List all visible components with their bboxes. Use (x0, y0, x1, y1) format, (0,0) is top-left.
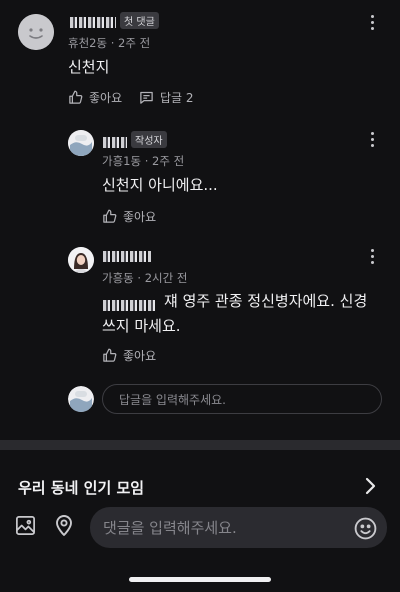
first-comment-badge: 첫 댓글 (120, 12, 159, 29)
emoji-icon[interactable] (353, 516, 378, 541)
location-pin-icon[interactable] (52, 513, 76, 537)
reply-text-line1: 쟤 영주 관종 정신병자에요. 신경 (164, 292, 368, 310)
section-divider (0, 440, 400, 450)
reply-meta: 가흥1동 · 2주 전 (102, 154, 185, 168)
chat-bubble-icon (140, 91, 153, 104)
more-options-icon[interactable] (363, 11, 381, 33)
image-icon[interactable] (14, 514, 37, 537)
author-name[interactable] (103, 133, 127, 152)
avatar[interactable] (68, 247, 94, 273)
popular-groups-link[interactable]: 우리 동네 인기 모임 (0, 470, 400, 504)
like-label: 좋아요 (123, 210, 157, 224)
more-options-icon[interactable] (363, 245, 381, 267)
reply-button[interactable]: 답글 2 (139, 89, 194, 106)
comment-meta: 휴천2동 · 2주 전 (68, 36, 151, 50)
like-label: 좋아요 (89, 91, 123, 105)
avatar[interactable] (68, 130, 94, 156)
section-title: 우리 동네 인기 모임 (18, 479, 145, 497)
more-options-icon[interactable] (363, 128, 381, 150)
reply-text: 신천지 아니에요... (102, 176, 218, 194)
comment-text: 신천지 (68, 58, 110, 76)
comment-input-placeholder: 댓글을 입력해주세요. (103, 519, 237, 537)
like-label: 좋아요 (123, 349, 157, 363)
author-badge: 작성자 (131, 131, 167, 148)
comment-input[interactable]: 댓글을 입력해주세요. (90, 507, 387, 548)
author-name[interactable] (103, 247, 151, 266)
reply-meta: 가흥동 · 2시간 전 (102, 271, 188, 285)
thumbs-up-icon (103, 209, 117, 223)
reply-count-label: 답글 2 (160, 91, 194, 105)
like-button[interactable]: 좋아요 (68, 89, 122, 106)
reply-input[interactable]: 답글을 입력해주세요. (102, 384, 382, 414)
blurred-name-mention (103, 296, 157, 315)
author-name[interactable] (70, 13, 116, 32)
thumbs-up-icon (69, 90, 83, 104)
home-indicator (129, 577, 271, 582)
like-button[interactable]: 좋아요 (102, 208, 156, 225)
thumbs-up-icon (103, 348, 117, 362)
chevron-right-icon (365, 477, 376, 495)
like-button[interactable]: 좋아요 (102, 347, 156, 364)
avatar[interactable] (18, 14, 54, 50)
my-avatar (68, 386, 94, 412)
reply-input-placeholder: 답글을 입력해주세요. (119, 392, 226, 407)
reply-text-line2: 쓰지 마세요. (102, 317, 181, 335)
